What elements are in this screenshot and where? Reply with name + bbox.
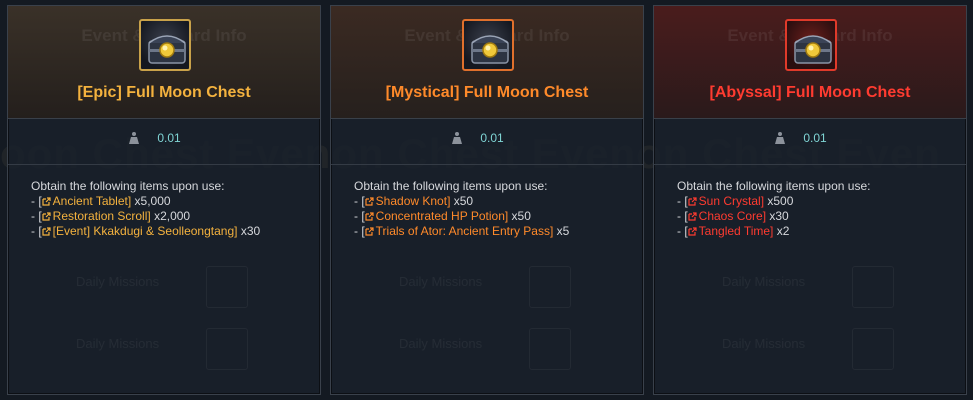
external-link-icon [365,197,374,206]
item-name: Chaos Core [698,209,763,223]
item-quantity: x2,000 [150,209,191,223]
item-name: Ancient Tablet [52,194,128,208]
item-link-ancient-tablet[interactable]: Ancient Tablet] [42,194,131,208]
chest-icon[interactable] [139,19,191,71]
item-quantity: x5 [553,224,570,238]
external-link-icon [365,227,374,236]
ghost-row: Daily Missions [694,328,934,370]
item-link-chaos-core[interactable]: Chaos Core] [688,209,766,223]
weight-icon [129,132,140,144]
external-link-icon [42,197,51,206]
bullet-prefix: - [ [354,209,365,223]
item-link-sun-crystal[interactable]: Sun Crystal] [688,194,764,208]
external-link-icon [688,197,697,206]
divider [654,164,966,165]
item-line: - [Restoration Scroll] x2,000 [31,209,316,224]
bullet-prefix: - [ [31,209,42,223]
item-link-concentrated-hp-potion[interactable]: Concentrated HP Potion] [365,209,508,223]
card-header: Event & Reward Info [Abyssal] Full Moon … [654,6,966,119]
ghost-row: Daily Missions [371,266,611,308]
item-name: Concentrated HP Potion [375,209,505,223]
card-header: Event & Reward Info [Epic] Full Moon Che… [8,6,320,119]
external-link-icon [688,212,697,221]
weight-icon [775,132,786,144]
ghost-row: Daily Missions [48,266,288,308]
weight-value: 0.01 [157,131,181,145]
item-description: Obtain the following items upon use: - [… [677,179,962,239]
weight-value: 0.01 [803,131,827,145]
description-intro: Obtain the following items upon use: [31,179,225,193]
description-intro: Obtain the following items upon use: [677,179,871,193]
weight-row: 0.01 [654,126,956,150]
item-quantity: x30 [237,224,261,238]
item-line: - [[Event] Kkakdugi & Seolleongtang] x30 [31,224,316,239]
external-link-icon [42,227,51,236]
bullet-prefix: - [ [354,224,365,238]
weight-row: 0.01 [331,126,633,150]
card-header: Event & Reward Info [Mystical] Full Moon… [331,6,643,119]
chest-card-abyssal: Event & Reward Info [Abyssal] Full Moon … [653,5,967,395]
item-link-trials-of-ator[interactable]: Trials of Ator: Ancient Entry Pass] [365,224,553,238]
weight-icon [452,132,463,144]
card-title: [Epic] Full Moon Chest [77,84,251,101]
item-name: Sun Crystal [698,194,761,208]
item-quantity: x2 [773,224,790,238]
chest-card-epic: Event & Reward Info [Epic] Full Moon Che… [7,5,321,395]
external-link-icon [365,212,374,221]
item-line: - [Shadow Knot] x50 [354,194,639,209]
description-intro: Obtain the following items upon use: [354,179,548,193]
item-line: - [Concentrated HP Potion] x50 [354,209,639,224]
item-quantity: x5,000 [131,194,171,208]
card-title: [Abyssal] Full Moon Chest [709,84,911,101]
item-line: - [Ancient Tablet] x5,000 [31,194,316,209]
item-description: Obtain the following items upon use: - [… [354,179,639,239]
weight-row: 0.01 [8,126,310,150]
bullet-prefix: - [ [677,194,688,208]
item-quantity: x500 [764,194,794,208]
bullet-prefix: - [ [31,194,42,208]
item-link-kkakdugi[interactable]: [Event] Kkakdugi & Seolleongtang] [42,224,237,238]
ghost-row: Daily Missions [48,328,288,370]
item-quantity: x50 [508,209,531,223]
item-name: Shadow Knot [375,194,448,208]
item-quantity: x50 [450,194,474,208]
item-name: Restoration Scroll [52,209,148,223]
item-link-shadow-knot[interactable]: Shadow Knot] [365,194,450,208]
bullet-prefix: - [ [354,194,365,208]
card-title: [Mystical] Full Moon Chest [385,84,589,101]
item-line: - [Trials of Ator: Ancient Entry Pass] x… [354,224,639,239]
chest-icon[interactable] [785,19,837,71]
bullet-prefix: - [ [677,209,688,223]
divider [8,164,320,165]
item-quantity: x30 [766,209,789,223]
item-name: Tangled Time [698,224,771,238]
item-description: Obtain the following items upon use: - [… [31,179,316,239]
bullet-prefix: - [ [31,224,42,238]
item-line: - [Sun Crystal] x500 [677,194,962,209]
weight-value: 0.01 [480,131,504,145]
ghost-row: Daily Missions [694,266,934,308]
item-name: Trials of Ator: Ancient Entry Pass [375,224,550,238]
ghost-row: Daily Missions [371,328,611,370]
external-link-icon [42,212,51,221]
item-link-tangled-time[interactable]: Tangled Time] [688,224,773,238]
bullet-prefix: - [ [677,224,688,238]
item-line: - [Chaos Core] x30 [677,209,962,224]
item-line: - [Tangled Time] x2 [677,224,962,239]
chest-card-mystical: Event & Reward Info [Mystical] Full Moon… [330,5,644,395]
external-link-icon [688,227,697,236]
item-link-restoration-scroll[interactable]: Restoration Scroll] [42,209,151,223]
divider [331,164,643,165]
chest-icon[interactable] [462,19,514,71]
item-name: [Event] Kkakdugi & Seolleongtang [52,224,235,238]
